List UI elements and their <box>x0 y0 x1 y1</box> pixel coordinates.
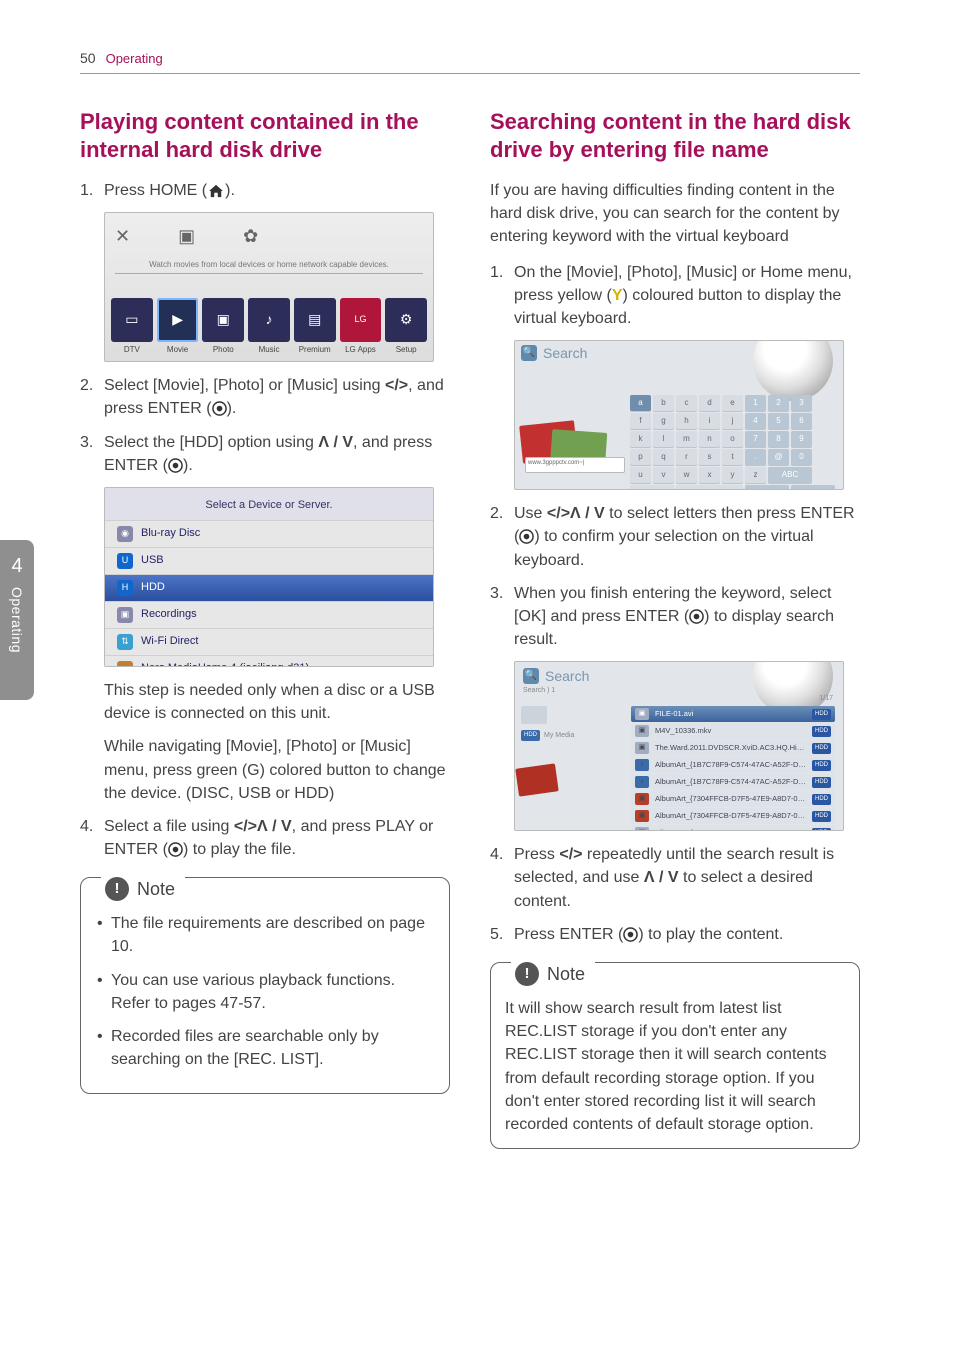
enter-icon <box>689 609 704 624</box>
nav-up-down-icon: Λ / V <box>318 434 353 451</box>
enter-icon <box>623 927 638 942</box>
left-para-a: This step is needed only when a disc or … <box>80 679 450 725</box>
note-title: ! Note <box>101 876 185 902</box>
nav-left-right-icon: </> <box>385 377 408 394</box>
chapter-number: 4 <box>11 552 22 581</box>
page-number: 50 <box>80 48 96 68</box>
right-note-box: ! Note It will show search result from l… <box>490 962 860 1149</box>
chapter-side-tab: 4 Operating <box>0 540 34 700</box>
right-intro: If you are having difficulties finding c… <box>490 179 860 249</box>
enter-icon <box>212 401 227 416</box>
nav-left-right-icon: </> <box>559 846 582 863</box>
note-icon: ! <box>515 962 539 986</box>
content-columns: Playing content contained in the interna… <box>80 108 874 1149</box>
home-menu-tiles: ▭DTV ▶Movie ▣Photo ♪Music ▤Premium LGLG … <box>111 298 427 356</box>
note-item: You can use various playback functions. … <box>95 969 435 1015</box>
left-column: Playing content contained in the interna… <box>80 108 450 1149</box>
enter-icon <box>519 529 534 544</box>
home-icon <box>207 184 225 198</box>
nav-all-icon: </>Λ / V <box>234 818 292 835</box>
section-name: Operating <box>106 50 163 69</box>
decorative-cup <box>733 341 843 401</box>
yellow-y: Y <box>612 287 623 304</box>
left-para-b: While navigating [Movie], [Photo] or [Mu… <box>80 735 450 805</box>
left-step-3: Select the [HDD] option using Λ / V, and… <box>80 431 450 477</box>
right-heading: Searching content in the hard disk drive… <box>490 108 860 165</box>
left-step-4: Select a file using </>Λ / V, and press … <box>80 815 450 861</box>
screenshot-search-results: 🔍Search Search ) 1 HDDMy Media 1/17 ▣FIL… <box>514 661 844 831</box>
right-step-3: When you finish entering the keyword, se… <box>490 582 860 652</box>
screenshot-home-menu: ✕▣✿ Watch movies from local devices or h… <box>104 212 434 362</box>
screenshot-device-list: Select a Device or Server. ◉Blu-ray Disc… <box>104 487 434 667</box>
chapter-label: Operating <box>7 587 27 653</box>
note-title: ! Note <box>511 961 595 987</box>
right-step-5: Press ENTER () to play the content. <box>490 923 860 946</box>
left-steps: Press HOME (). <box>80 179 450 202</box>
left-heading: Playing content contained in the interna… <box>80 108 450 165</box>
right-step-2: Use </>Λ / V to select letters then pres… <box>490 502 860 572</box>
note-item: The file requirements are described on p… <box>95 912 435 958</box>
left-note-box: ! Note The file requirements are describ… <box>80 877 450 1094</box>
left-step-2: Select [Movie], [Photo] or [Music] using… <box>80 374 450 420</box>
screenshot-virtual-keyboard: 🔍Search www.3gpppctv.com~| abcde123 fghi… <box>514 340 844 490</box>
note-icon: ! <box>105 877 129 901</box>
note-item: Recorded files are searchable only by se… <box>95 1025 435 1071</box>
nav-up-down-icon: Λ / V <box>644 869 679 886</box>
page-header: 50 Operating <box>80 48 860 74</box>
note-text: It will show search result from latest l… <box>505 997 845 1136</box>
right-column: Searching content in the hard disk drive… <box>490 108 860 1149</box>
search-icon: 🔍 <box>521 345 537 361</box>
enter-icon <box>168 458 183 473</box>
nav-all-icon: </>Λ / V <box>547 505 605 522</box>
right-steps: On the [Movie], [Photo], [Music] or Home… <box>490 261 860 331</box>
search-icon: 🔍 <box>523 668 539 684</box>
enter-icon <box>168 842 183 857</box>
right-step-4: Press </> repeatedly until the search re… <box>490 843 860 913</box>
right-step-1: On the [Movie], [Photo], [Music] or Home… <box>490 261 860 331</box>
left-step-1: Press HOME (). <box>80 179 450 202</box>
virtual-keyboard: abcde123 fghij456 klmno789 pqrst.@0 uvwx… <box>630 395 835 490</box>
